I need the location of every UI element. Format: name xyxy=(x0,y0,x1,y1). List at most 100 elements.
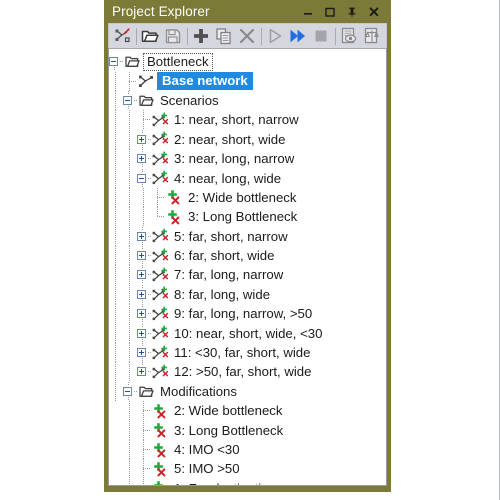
tree-row-modification[interactable]: 1: Far destination xyxy=(109,478,386,485)
tree-connector xyxy=(137,420,151,440)
tree-label: 4: near, long, wide xyxy=(174,170,282,186)
tree-label: 5: IMO >50 xyxy=(174,461,240,477)
tree-indent xyxy=(109,343,123,363)
tree-label: 9: far, long, narrow, >50 xyxy=(174,306,313,322)
tree-connector xyxy=(137,401,151,421)
tree-indent xyxy=(123,401,137,421)
tree-indent xyxy=(123,478,137,485)
tree-row-scenario-modification[interactable]: 3: Long Bottleneck xyxy=(109,207,386,227)
compare-icon[interactable] xyxy=(361,25,384,48)
tree-label: 1: near, short, narrow xyxy=(174,112,299,128)
folder-icon xyxy=(137,91,156,110)
tree-row-modification[interactable]: 4: IMO <30 xyxy=(109,440,386,459)
expand-button[interactable] xyxy=(137,304,152,324)
expand-button[interactable] xyxy=(137,226,152,246)
tree-indent xyxy=(123,110,137,130)
pin-button[interactable] xyxy=(341,1,363,22)
collapse-button[interactable] xyxy=(123,90,138,110)
scenario-icon xyxy=(151,362,170,381)
expand-button[interactable] xyxy=(137,343,152,363)
tree-label: 7: far, long, narrow xyxy=(174,267,284,283)
run-icon[interactable] xyxy=(264,25,287,48)
tree-row-scenario[interactable]: 9: far, long, narrow, >50 xyxy=(109,304,386,324)
tree-row-root[interactable]: Bottleneck xyxy=(109,52,386,72)
view-results-icon[interactable] xyxy=(338,25,361,48)
tree-row-scenario[interactable]: 11: <30, far, short, wide xyxy=(109,343,386,363)
tree-label: Bottleneck xyxy=(143,52,213,71)
tree-row-scenario[interactable]: 3: near, long, narrow xyxy=(109,149,386,169)
tree-row-modification[interactable]: 2: Wide bottleneck xyxy=(109,401,386,421)
tree-row-scenario[interactable]: 12: >50, far, short, wide xyxy=(109,362,386,382)
tree-connector xyxy=(137,110,151,130)
tree-indent xyxy=(123,129,137,149)
tree-row-modifications-folder[interactable]: Modifications xyxy=(109,381,386,401)
scenario-icon xyxy=(151,110,170,129)
tree-row-scenario[interactable]: 2: near, short, wide xyxy=(109,129,386,149)
expand-button[interactable] xyxy=(137,129,152,149)
tree-label: Base network xyxy=(157,72,253,91)
tree-row-base-network[interactable]: Base network xyxy=(109,71,386,91)
tree-indent xyxy=(123,459,137,479)
tree-indent xyxy=(109,284,123,304)
tree-row-scenario[interactable]: 1: near, short, narrow xyxy=(109,110,386,130)
tree-row-modification[interactable]: 5: IMO >50 xyxy=(109,459,386,479)
tree-indent xyxy=(137,207,151,227)
tree-row-scenario[interactable]: 6: far, short, wide xyxy=(109,246,386,266)
tree-row-scenario[interactable]: 5: far, short, narrow xyxy=(109,226,386,246)
add-icon[interactable] xyxy=(190,25,213,48)
tree-row-modification[interactable]: 3: Long Bottleneck xyxy=(109,420,386,440)
project-tree-panel[interactable]: Bottleneck Base network Scenarios 1: near, … xyxy=(108,48,387,486)
tree-label: 6: far, short, wide xyxy=(174,248,275,264)
expand-button[interactable] xyxy=(137,362,152,381)
window-titlebar[interactable]: Project Explorer xyxy=(108,0,387,23)
minimize-button[interactable] xyxy=(297,1,319,22)
tree-row-scenario[interactable]: 10: near, short, wide, <30 xyxy=(109,323,386,343)
close-button[interactable] xyxy=(363,1,385,22)
stop-icon[interactable] xyxy=(310,25,333,48)
collapse-button[interactable] xyxy=(137,168,152,188)
collapse-button[interactable] xyxy=(109,52,124,72)
tree-indent xyxy=(123,207,137,227)
toolbar-separator xyxy=(136,27,137,45)
tree-indent xyxy=(123,226,137,246)
collapse-button[interactable] xyxy=(123,381,138,401)
tree-label: 11: <30, far, short, wide xyxy=(174,345,311,361)
tree-connector xyxy=(137,459,151,479)
tree-label: 1: Far destination xyxy=(170,481,276,485)
expand-button[interactable] xyxy=(137,149,152,169)
copy-icon[interactable] xyxy=(213,25,236,48)
expand-button[interactable] xyxy=(137,265,152,285)
project-tree: Bottleneck Base network Scenarios 1: near, … xyxy=(109,49,386,485)
tree-indent xyxy=(123,187,137,207)
tree-label: 2: Wide bottleneck xyxy=(174,403,283,419)
expand-button[interactable] xyxy=(137,323,152,343)
tree-label: 3: near, long, narrow xyxy=(174,151,295,167)
expand-button[interactable] xyxy=(137,246,152,266)
tree-indent xyxy=(123,440,137,459)
scenario-icon xyxy=(151,304,170,323)
tree-indent xyxy=(123,343,137,363)
tree-row-scenario[interactable]: 8: far, long, wide xyxy=(109,284,386,304)
tree-row-scenarios-folder[interactable]: Scenarios xyxy=(109,90,386,110)
tree-label: Scenarios xyxy=(160,92,219,108)
scenario-icon xyxy=(151,169,170,188)
new-project-icon[interactable] xyxy=(111,25,134,48)
tree-indent xyxy=(123,420,137,440)
tree-row-scenario[interactable]: 7: far, long, narrow xyxy=(109,265,386,285)
save-icon[interactable] xyxy=(162,25,185,48)
tree-indent xyxy=(123,304,137,324)
expand-button[interactable] xyxy=(137,284,152,304)
tree-indent xyxy=(109,207,123,227)
toolbar-separator xyxy=(187,27,188,45)
delete-icon[interactable] xyxy=(236,25,259,48)
tree-indent xyxy=(109,362,123,382)
tree-row-scenario-modification[interactable]: 2: Wide bottleneck xyxy=(109,187,386,207)
scenario-icon xyxy=(151,227,170,246)
scenario-icon xyxy=(151,246,170,265)
open-folder-icon[interactable] xyxy=(139,25,162,48)
run-all-icon[interactable] xyxy=(287,25,310,48)
maximize-button[interactable] xyxy=(319,1,341,22)
tree-row-scenario[interactable]: 4: near, long, wide xyxy=(109,168,386,188)
